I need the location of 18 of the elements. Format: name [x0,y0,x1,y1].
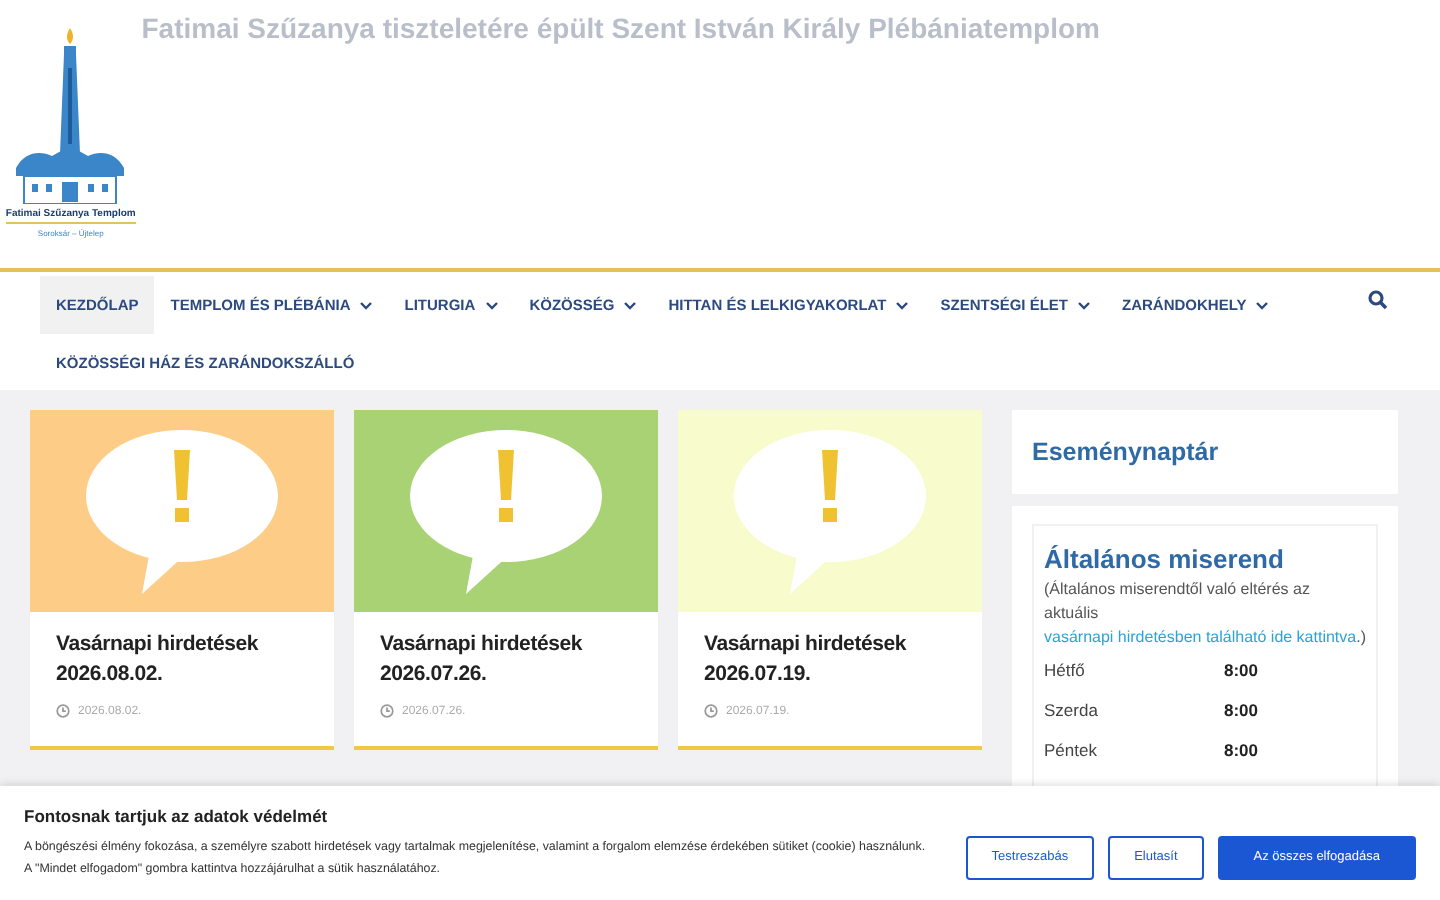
mass-day: Hétfő [1044,660,1224,680]
site-tagline: Fatimai Szűzanya tiszteletére épült Szent István Király Plébániatemplom [141,12,1100,44]
search-button[interactable] [1368,290,1388,310]
clock-icon [56,704,70,718]
clock-icon [380,704,394,718]
mass-day: Szerda [1044,700,1224,720]
widget-title: Eseménynaptár [1032,438,1221,466]
mass-day: Péntek [1044,740,1224,760]
mass-note: (Általános miserendtől való eltérés az aktuális vasárnapi hirdetésben található ide kattintva.) [1044,578,1366,650]
mass-title: Általános miserend [1044,544,1286,574]
post-title[interactable]: Vasárnapi hirdetések 2026.07.26. [380,630,632,690]
clock-icon [704,704,718,718]
mass-time: 8:00 [1224,660,1259,680]
mass-time: 8:00 [1224,700,1259,720]
cookie-title: Fontosnak tartjuk az adatok védelmét [24,806,330,826]
post-title[interactable]: Vasárnapi hirdetések 2026.08.02. [56,630,308,690]
mass-time: 8:00 [1224,740,1259,760]
post-title[interactable]: Vasárnapi hirdetések 2026.07.19. [704,630,956,690]
